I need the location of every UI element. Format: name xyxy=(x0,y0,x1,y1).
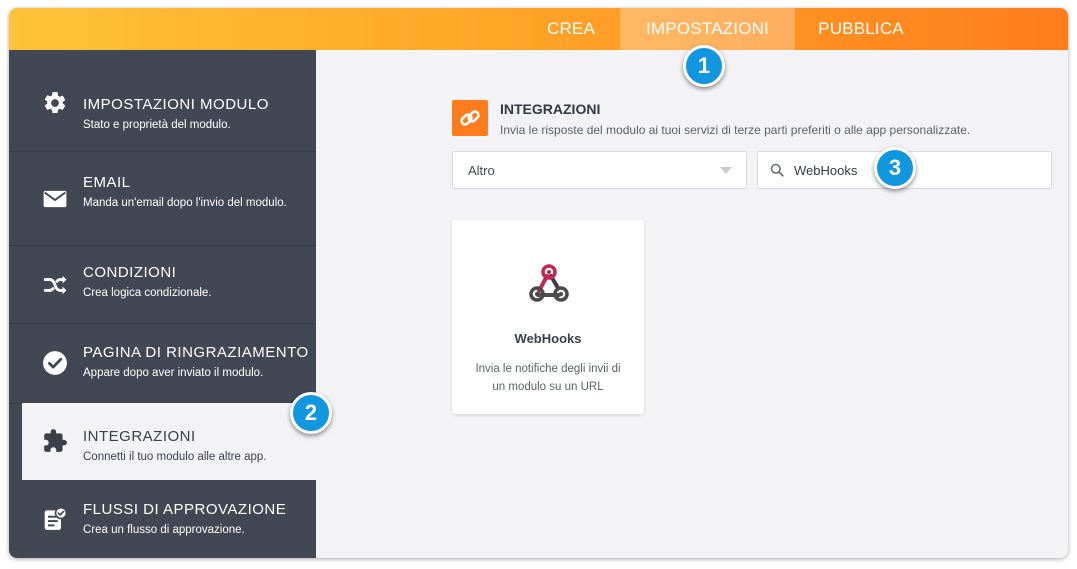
gear-icon xyxy=(44,92,66,113)
chevron-down-icon xyxy=(720,167,732,174)
sidebar-item-desc: Appare dopo aver inviato il modulo. xyxy=(83,367,264,379)
sidebar-item-email[interactable]: EMAIL Manda un'email dopo l'invio del mo… xyxy=(9,152,316,246)
step-badge-3: 3 xyxy=(874,147,916,189)
app-window: CREA IMPOSTAZIONI PUBBLICA IMPOSTAZIONI … xyxy=(9,8,1068,558)
sidebar-item-desc: Connetti il tuo modulo alle altre app. xyxy=(83,451,267,463)
sidebar-item-integrazioni[interactable]: INTEGRAZIONI Connetti il tuo modulo alle… xyxy=(22,403,316,480)
category-select[interactable]: Altro xyxy=(452,151,747,189)
webhooks-icon xyxy=(529,264,569,302)
step-badge-2: 2 xyxy=(290,392,332,434)
top-nav-bar: CREA IMPOSTAZIONI PUBBLICA xyxy=(9,8,1068,50)
sidebar-item-pagina-ringraziamento[interactable]: PAGINA DI RINGRAZIAMENTO Appare dopo ave… xyxy=(9,324,316,404)
approval-icon xyxy=(44,506,68,530)
sidebar-item-desc: Manda un'email dopo l'invio del modulo. xyxy=(83,197,287,209)
sidebar-item-desc: Crea un flusso di approvazione. xyxy=(83,524,245,536)
envelope-icon xyxy=(43,190,67,208)
integrations-title: INTEGRAZIONI xyxy=(500,101,601,117)
check-circle-icon xyxy=(43,351,67,375)
sidebar-item-title: EMAIL xyxy=(83,174,131,191)
link-icon xyxy=(452,100,488,136)
sidebar-item-title: INTEGRAZIONI xyxy=(83,428,196,445)
sidebar-item-impostazioni-modulo[interactable]: IMPOSTAZIONI MODULO Stato e proprietà de… xyxy=(9,50,316,152)
sidebar-item-desc: Crea logica condizionale. xyxy=(83,287,212,299)
integrations-panel: INTEGRAZIONI Invia le risposte del modul… xyxy=(316,50,1068,558)
tab-impostazioni[interactable]: IMPOSTAZIONI xyxy=(620,8,795,50)
search-icon xyxy=(770,163,784,177)
shuffle-icon xyxy=(43,275,67,295)
sidebar-item-title: FLUSSI DI APPROVAZIONE xyxy=(83,501,287,518)
integrations-description: Invia le risposte del modulo ai tuoi ser… xyxy=(500,123,971,137)
sidebar-item-condizioni[interactable]: CONDIZIONI Crea logica condizionale. xyxy=(9,246,316,324)
sidebar-item-title: PAGINA DI RINGRAZIAMENTO xyxy=(83,344,309,361)
sidebar-item-title: IMPOSTAZIONI MODULO xyxy=(83,96,269,113)
sidebar-item-flussi-approvazione[interactable]: FLUSSI DI APPROVAZIONE Crea un flusso di… xyxy=(9,481,316,558)
sidebar-item-desc: Stato e proprietà del modulo. xyxy=(83,119,231,131)
card-description: Invia le notifiche degli invii di un mod… xyxy=(475,363,621,393)
settings-sidebar: IMPOSTAZIONI MODULO Stato e proprietà de… xyxy=(9,50,316,558)
category-select-value: Altro xyxy=(468,163,495,178)
tab-crea[interactable]: CREA xyxy=(531,8,611,50)
sidebar-item-title: CONDIZIONI xyxy=(83,264,177,281)
step-badge-1: 1 xyxy=(683,45,725,87)
tab-pubblica[interactable]: PUBBLICA xyxy=(795,8,927,50)
card-title: WebHooks xyxy=(514,331,582,346)
puzzle-icon xyxy=(44,429,67,452)
integration-card-webhooks[interactable]: WebHooks Invia le notifiche degli invii … xyxy=(452,220,644,414)
